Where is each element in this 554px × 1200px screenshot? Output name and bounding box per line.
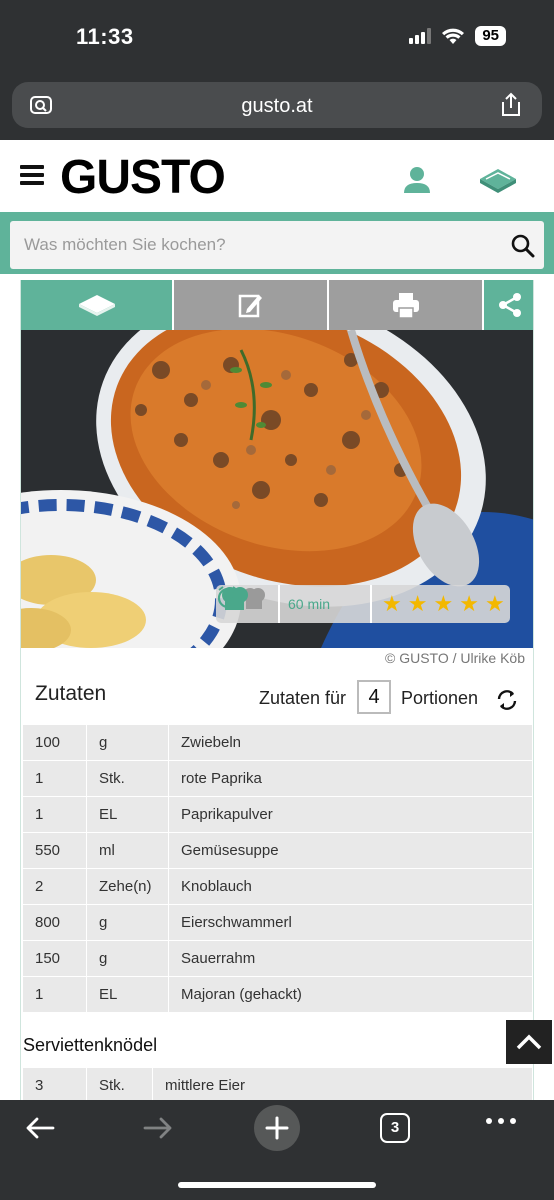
ingredient-qty: 3 (23, 1067, 87, 1100)
ingredient-qty: 800 (23, 904, 87, 940)
ingredient-unit: EL (87, 796, 169, 832)
user-icon[interactable] (402, 165, 432, 195)
table-row: 100 g Zwiebeln (23, 724, 533, 760)
ingredient-unit: Stk. (87, 760, 169, 796)
print-button[interactable] (329, 280, 484, 330)
plus-icon (265, 1116, 289, 1140)
rating-stars: ★ ★ ★ ★ ★ (372, 585, 505, 623)
search-icon[interactable] (510, 233, 536, 259)
ingredient-unit: g (87, 940, 169, 976)
share-icon[interactable] (498, 91, 524, 119)
edit-icon (238, 294, 262, 318)
table-row: 800 g Eierschwammerl (23, 904, 533, 940)
ingredient-unit: EL (87, 976, 169, 1012)
table-row: 3 Stk. mittlere Eier (23, 1067, 533, 1100)
scroll-to-top-button[interactable] (506, 1020, 552, 1064)
browser-toolbar: gusto.at (0, 76, 554, 140)
forward-button[interactable] (138, 1112, 178, 1144)
ingredients-table: 100 g Zwiebeln 1 Stk. rote Paprika 1 EL Paprik… (23, 724, 533, 1012)
recipe-card: 60 min ★ ★ ★ ★ ★ © GUSTO / Ulrike Köb Zu… (20, 280, 534, 1100)
table-row: 1 EL Majoran (gehackt) (23, 976, 533, 1012)
portions-input[interactable] (357, 680, 391, 714)
ingredient-name: Majoran (gehackt) (169, 976, 533, 1012)
ingredient-name: Paprikapulver (169, 796, 533, 832)
section-title: Serviettenknödel (23, 1035, 158, 1055)
search-bar (0, 212, 554, 274)
status-time: 11:33 (76, 24, 134, 49)
portions-unit-label: Portionen (401, 688, 479, 708)
recipe-photo: 60 min ★ ★ ★ ★ ★ (21, 330, 533, 648)
print-icon (392, 293, 419, 319)
recipe-action-bar (21, 280, 533, 330)
add-to-cookbook-button[interactable] (21, 280, 174, 330)
address-bar[interactable]: gusto.at (12, 82, 542, 128)
ingredient-qty: 1 (23, 976, 87, 1012)
site-header: GUSTO (0, 140, 554, 212)
ingredient-name: rote Paprika (169, 760, 533, 796)
more-menu-button[interactable] (486, 1118, 516, 1124)
edit-note-button[interactable] (174, 280, 329, 330)
ingredient-unit: ml (87, 832, 169, 868)
ingredient-qty: 1 (23, 760, 87, 796)
portions-label: Zutaten für (259, 688, 347, 708)
arrow-left-icon (26, 1117, 55, 1139)
ingredient-qty: 550 (23, 832, 87, 868)
ingredient-name: Zwiebeln (169, 724, 533, 760)
ingredient-unit: g (87, 904, 169, 940)
refresh-icon[interactable] (495, 688, 519, 712)
chevron-up-icon (516, 1034, 542, 1050)
table-row: 2 Zehe(n) Knoblauch (23, 868, 533, 904)
table-row: 150 g Sauerrahm (23, 940, 533, 976)
battery-indicator: 95 (475, 26, 506, 46)
table-row: 550 ml Gemüsesuppe (23, 832, 533, 868)
star-icon: ★ (459, 591, 479, 616)
status-bar: 11:33 95 (0, 0, 554, 76)
ingredient-qty: 150 (23, 940, 87, 976)
ingredient-unit: g (87, 724, 169, 760)
star-icon: ★ (433, 591, 454, 616)
arrow-right-icon (143, 1117, 172, 1139)
ingredient-name: Knoblauch (169, 868, 533, 904)
cooking-time-text: 60 min (288, 596, 331, 612)
photo-credit: © GUSTO / Ulrike Köb (385, 650, 525, 666)
menu-icon[interactable] (20, 165, 44, 185)
tab-switcher-button[interactable]: 3 (380, 1113, 410, 1143)
star-icon: ★ (484, 591, 505, 616)
new-tab-button[interactable] (254, 1105, 300, 1151)
table-row: 1 Stk. rote Paprika (23, 760, 533, 796)
ingredient-unit: Zehe(n) (87, 868, 169, 904)
ingredient-name: Eierschwammerl (169, 904, 533, 940)
ingredients-heading: Zutaten (35, 682, 107, 705)
browser-bottom-bar: 3 (0, 1100, 554, 1200)
star-icon: ★ (407, 591, 428, 616)
ingredient-qty: 100 (23, 724, 87, 760)
star-icon: ★ (382, 591, 402, 616)
wifi-icon (442, 28, 465, 44)
home-indicator (178, 1182, 376, 1188)
cookbook-icon[interactable] (478, 164, 518, 194)
ingredient-qty: 2 (23, 868, 87, 904)
search-input[interactable] (10, 221, 500, 269)
cellular-signal-icon (409, 28, 432, 44)
table-row: 1 EL Paprikapulver (23, 796, 533, 832)
search-box (10, 221, 544, 269)
cooking-time: 60 min (217, 585, 372, 623)
url-text[interactable]: gusto.at (12, 95, 542, 118)
cookbook-icon (78, 295, 115, 316)
alarm-clock-icon (217, 586, 239, 609)
status-icons: 95 (409, 26, 506, 46)
ingredient-unit: Stk. (87, 1067, 153, 1100)
ingredient-name: mittlere Eier (153, 1067, 533, 1100)
ingredient-qty: 1 (23, 796, 87, 832)
recipe-info-pill: 60 min ★ ★ ★ ★ ★ (216, 585, 510, 623)
share-nodes-icon (498, 293, 521, 317)
ingredient-name: Sauerrahm (169, 940, 533, 976)
ingredients-table-knoedel: 3 Stk. mittlere Eier (23, 1067, 533, 1100)
share-button[interactable] (484, 280, 533, 330)
back-button[interactable] (20, 1112, 60, 1144)
site-logo[interactable]: GUSTO (60, 150, 226, 205)
ingredient-name: Gemüsesuppe (169, 832, 533, 868)
